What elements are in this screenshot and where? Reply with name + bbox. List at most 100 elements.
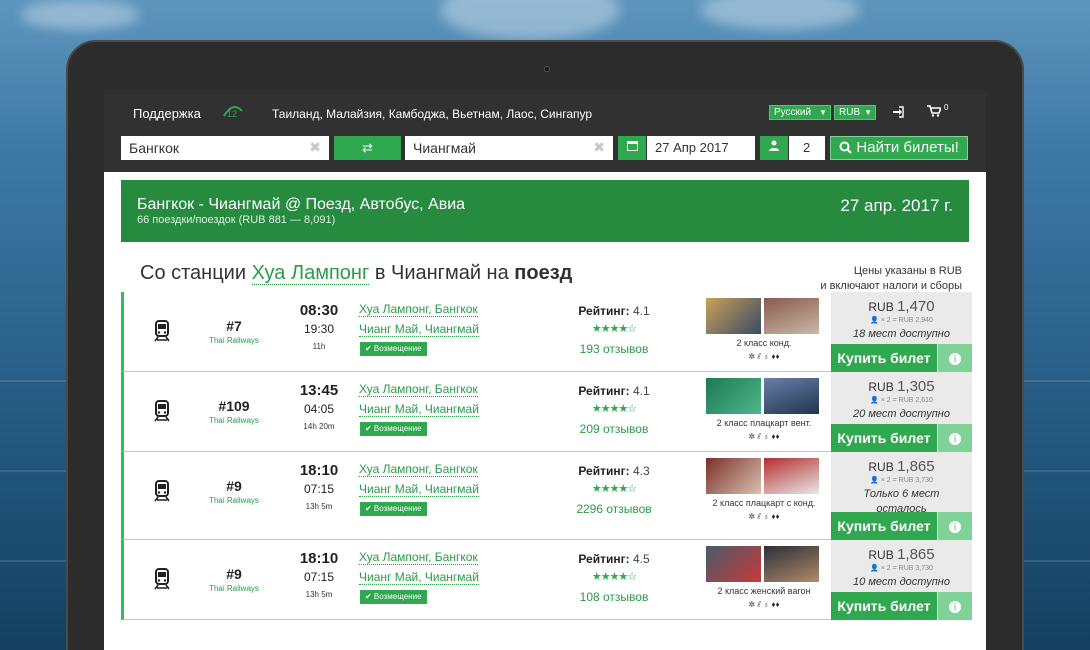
section-middle: в Чиангмай на: [374, 262, 509, 284]
departure-station-link[interactable]: Хуа Лампонг, Бангкок: [359, 382, 478, 397]
route-date: 27 апр. 2017 г.: [840, 196, 953, 215]
search-icon: [839, 141, 852, 154]
search-button[interactable]: Найти билеты!: [830, 136, 968, 160]
reviews-link[interactable]: 2296 отзывов: [554, 502, 674, 516]
route-title: Бангкок - Чиангмай @ Поезд, Автобус, Ави…: [137, 196, 466, 213]
trip-duration: 13h 5m: [305, 590, 333, 599]
cart-count: 0: [944, 103, 949, 112]
train-icon: [154, 400, 170, 422]
price-value: 1,865: [897, 458, 935, 475]
train-icon: [154, 568, 170, 590]
star-rating: ★★★★☆: [591, 403, 637, 415]
from-input[interactable]: Бангкок ✖: [121, 136, 329, 160]
trip-duration: 14h 20m: [303, 422, 335, 431]
countries-text: Таиланд, Малайзия, Камбоджа, Вьетнам, Ла…: [272, 107, 593, 121]
price-currency: RUB: [868, 548, 894, 562]
clear-icon[interactable]: ✖: [593, 139, 605, 156]
train-number: #9: [226, 566, 242, 582]
cart-icon[interactable]: [927, 105, 941, 117]
rating: Рейтинг: 4.3: [554, 464, 674, 478]
train-photo[interactable]: [764, 378, 819, 414]
departure-time: 08:30: [299, 302, 339, 319]
amenities-icons: ✲ ⫽ ♁ ♦♦: [748, 512, 780, 521]
date-value: 27 Апр 2017: [655, 140, 729, 155]
info-icon: i: [949, 353, 961, 365]
price-box: RUB 1,865 👤 × 2 = RUB 3,730 Только 6 мес…: [831, 452, 972, 540]
table-row: #109 Thai Railways 13:45 04:05 14h 20m Х…: [121, 372, 972, 452]
train-photo[interactable]: [706, 458, 761, 494]
price-value: 1,470: [897, 298, 935, 315]
price-calc: 👤 × 2 = RUB 3,730: [870, 565, 933, 572]
carrier-name: Thai Railways: [209, 336, 259, 345]
buy-ticket-button[interactable]: Купить билет: [831, 512, 937, 540]
reviews-link[interactable]: 108 отзывов: [554, 590, 674, 604]
arrival-station-link[interactable]: Чианг Май, Чиангмай: [359, 570, 479, 585]
price-note-line1: Цены указаны в RUB: [853, 265, 962, 277]
info-icon: i: [949, 433, 961, 445]
price: RUB 1,865: [831, 458, 972, 475]
star-rating: ★★★★☆: [591, 323, 637, 335]
info-button[interactable]: i: [938, 344, 972, 372]
arrival-station-link[interactable]: Чианг Май, Чиангмай: [359, 402, 479, 417]
arrival-time: 07:15: [303, 570, 335, 584]
language-select[interactable]: Русский ▼: [769, 105, 831, 120]
arrival-station-link[interactable]: Чианг Май, Чиангмай: [359, 322, 479, 337]
info-button[interactable]: i: [938, 512, 972, 540]
passengers-input[interactable]: 2: [789, 136, 825, 160]
price-currency: RUB: [868, 300, 894, 314]
departure-station-link[interactable]: Хуа Лампонг, Бангкок: [359, 462, 478, 477]
departure-time: 13:45: [299, 382, 339, 399]
refund-badge: ✔ Возмещение: [360, 342, 427, 356]
top-nav: Поддержка 12 Таиланд, Малайзия, Камбоджа…: [104, 90, 986, 134]
buy-ticket-button[interactable]: Купить билет: [831, 592, 937, 620]
train-number: #9: [226, 478, 242, 494]
reviews-link[interactable]: 193 отзывов: [554, 342, 674, 356]
train-photo[interactable]: [764, 546, 819, 582]
train-photo[interactable]: [706, 378, 761, 414]
train-photo[interactable]: [706, 546, 761, 582]
availability: 20 мест доступно: [853, 408, 950, 420]
support-link[interactable]: Поддержка: [133, 106, 201, 121]
arrival-station-link[interactable]: Чианг Май, Чиангмай: [359, 482, 479, 497]
date-input[interactable]: 27 Апр 2017: [647, 136, 755, 160]
amenities-icons: ✲ ⫽ ♁ ♦♦: [748, 600, 780, 609]
buy-ticket-button[interactable]: Купить билет: [831, 424, 937, 452]
price-box: RUB 1,865 👤 × 2 = RUB 3,730 10 мест дост…: [831, 540, 972, 620]
results-panel: Бангкок - Чиангмай @ Поезд, Автобус, Ави…: [104, 172, 986, 650]
departure-time: 18:10: [299, 462, 339, 479]
rating: Рейтинг: 4.1: [554, 304, 674, 318]
login-icon[interactable]: [892, 106, 904, 118]
train-photo[interactable]: [706, 298, 761, 334]
carrier-name: Thai Railways: [209, 416, 259, 425]
train-photo[interactable]: [764, 458, 819, 494]
buy-ticket-button[interactable]: Купить билет: [831, 344, 937, 372]
departure-station-link[interactable]: Хуа Лампонг, Бангкок: [359, 550, 478, 565]
station-link[interactable]: Хуа Лампонг: [251, 262, 370, 285]
price-note: Цены указаны в RUB и включают налоги и с…: [820, 264, 962, 294]
table-row: #7 Thai Railways 08:30 19:30 11h Хуа Лам…: [121, 292, 972, 372]
price-box: RUB 1,305 👤 × 2 = RUB 2,610 20 мест дост…: [831, 372, 972, 452]
train-number: #109: [218, 398, 250, 414]
rating-label: Рейтинг:: [578, 384, 630, 398]
swap-button[interactable]: ⇄: [334, 136, 401, 160]
price-calc: 👤 × 2 = RUB 3,730: [870, 477, 933, 484]
class-name: 2 класс плацкарт вент.: [716, 418, 812, 428]
clear-icon[interactable]: ✖: [309, 139, 321, 156]
train-photo[interactable]: [764, 298, 819, 334]
rating-value: 4.3: [632, 464, 650, 478]
departure-station-link[interactable]: Хуа Лампонг, Бангкок: [359, 302, 478, 317]
class-name: 2 класс плацкарт с конд.: [712, 498, 816, 508]
logo-icon[interactable]: 12: [222, 103, 244, 119]
reviews-link[interactable]: 209 отзывов: [554, 422, 674, 436]
rating-value: 4.1: [632, 384, 650, 398]
to-input[interactable]: Чиангмай ✖: [405, 136, 613, 160]
info-button[interactable]: i: [938, 424, 972, 452]
currency-select[interactable]: RUB ▼: [834, 105, 876, 120]
user-icon[interactable]: [760, 136, 788, 160]
carrier-name: Thai Railways: [209, 496, 259, 505]
price-box: RUB 1,470 👤 × 2 = RUB 2,940 18 мест дост…: [831, 292, 972, 372]
price-value: 1,865: [897, 546, 935, 563]
chevron-down-icon: ▼: [819, 108, 827, 117]
calendar-icon[interactable]: [618, 136, 646, 160]
info-button[interactable]: i: [938, 592, 972, 620]
